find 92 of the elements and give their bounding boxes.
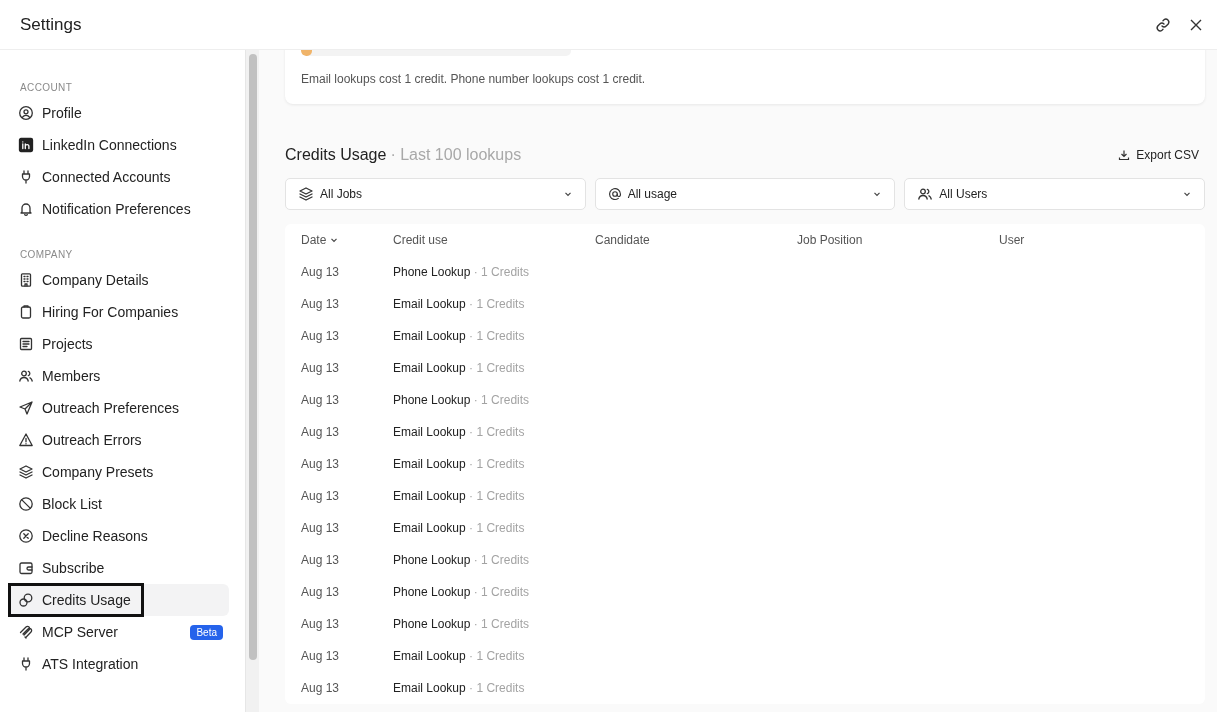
linkedin-icon: [18, 137, 34, 153]
list-icon: [18, 336, 34, 352]
sidebar-item[interactable]: Outreach Preferences: [10, 392, 229, 424]
filter-dropdown[interactable]: All Users: [904, 178, 1205, 210]
sidebar-item[interactable]: MCP Server Beta: [10, 616, 229, 648]
credit-cost-note: Email lookups cost 1 credit. Phone number lookups cost 1 credit.: [301, 72, 647, 86]
date-cell-text: Aug 13: [301, 681, 341, 695]
credit-use-cell-text: Email Lookup · 1 Credits: [393, 329, 526, 343]
credit-use-cell-text: Email Lookup · 1 Credits: [393, 521, 526, 535]
column-header: Candidate: [595, 233, 651, 247]
date-cell-text: Aug 13: [301, 617, 341, 631]
sidebar-item[interactable]: Connected Accounts: [10, 161, 229, 193]
block-icon: [18, 496, 34, 512]
users-icon: [917, 186, 934, 202]
column-header: Credit use: [393, 233, 449, 247]
credit-use-cell-text: Phone Lookup · 1 Credits: [393, 553, 531, 567]
date-cell-text: Aug 13: [301, 457, 341, 471]
sidebar-item[interactable]: Profile: [10, 97, 229, 129]
table-row[interactable]: Aug 13 Phone Lookup · 1 Credits: [285, 544, 1205, 576]
credit-use-cell-text: Email Lookup · 1 Credits: [393, 489, 526, 503]
table-row[interactable]: Aug 13 Email Lookup · 1 Credits: [285, 512, 1205, 544]
section-label: ACCOUNT: [19, 81, 74, 95]
table-row[interactable]: Aug 13 Email Lookup · 1 Credits: [285, 320, 1205, 352]
table-row[interactable]: Aug 13 Phone Lookup · 1 Credits: [285, 256, 1205, 288]
layers-icon: [298, 186, 314, 202]
section-subtitle: · Last 100 lookups: [390, 146, 523, 164]
date-cell-text: Aug 13: [301, 393, 341, 407]
table-row[interactable]: Aug 13 Phone Lookup · 1 Credits: [285, 576, 1205, 608]
sidebar-item[interactable]: Projects: [10, 328, 229, 360]
user-icon: [18, 105, 34, 121]
at-icon: [607, 187, 622, 201]
table-row[interactable]: Aug 13 Email Lookup · 1 Credits: [285, 288, 1205, 320]
download-icon: [1118, 149, 1131, 161]
section-title: Credits Usage: [285, 146, 387, 164]
sidebar-item[interactable]: ATS Integration: [10, 648, 229, 680]
sidebar-item[interactable]: Company Presets: [10, 456, 229, 488]
beta-badge: Beta: [190, 624, 223, 640]
table-row[interactable]: Aug 13 Email Lookup · 1 Credits: [285, 352, 1205, 384]
table-row[interactable]: Aug 13 Email Lookup · 1 Credits: [285, 640, 1205, 672]
warning-icon: [18, 432, 34, 448]
clipboard-icon: [18, 304, 34, 320]
decline-icon: [18, 528, 34, 544]
sidebar-item[interactable]: LinkedIn Connections: [10, 129, 229, 161]
table-row[interactable]: Aug 13 Phone Lookup · 1 Credits: [285, 384, 1205, 416]
credit-use-cell-text: Email Lookup · 1 Credits: [393, 425, 526, 439]
credit-use-cell-text: Email Lookup · 1 Credits: [393, 681, 526, 695]
date-cell-text: Aug 13: [301, 265, 341, 279]
table-row[interactable]: Aug 13 Email Lookup · 1 Credits: [285, 672, 1205, 704]
sidebar-item[interactable]: Hiring For Companies: [10, 296, 229, 328]
column-header: User: [999, 233, 1026, 247]
sidebar-item[interactable]: Subscribe: [10, 552, 229, 584]
date-cell-text: Aug 13: [301, 553, 341, 567]
column-header[interactable]: Date: [301, 233, 393, 247]
building-icon: [18, 272, 34, 288]
sidebar-item[interactable]: Company Details: [10, 264, 229, 296]
table-row[interactable]: Aug 13 Email Lookup · 1 Credits: [285, 480, 1205, 512]
sidebar-item[interactable]: Members: [10, 360, 229, 392]
sidebar-item[interactable]: Decline Reasons: [10, 520, 229, 552]
credit-use-cell-text: Phone Lookup · 1 Credits: [393, 393, 531, 407]
credit-use-cell-text: Phone Lookup · 1 Credits: [393, 265, 531, 279]
bell-icon: [18, 201, 34, 217]
date-cell-text: Aug 13: [301, 585, 341, 599]
credit-use-cell-text: Phone Lookup · 1 Credits: [393, 617, 531, 631]
credit-use-cell-text: Email Lookup · 1 Credits: [393, 361, 526, 375]
send-icon: [18, 400, 34, 416]
credit-use-cell-text: Email Lookup · 1 Credits: [393, 649, 526, 663]
date-cell-text: Aug 13: [301, 297, 341, 311]
credit-use-cell-text: Email Lookup · 1 Credits: [393, 457, 526, 471]
window-title: Settings: [20, 14, 83, 35]
filter-dropdown[interactable]: All usage: [594, 178, 896, 210]
users-icon: [18, 368, 34, 384]
date-cell-text: Aug 13: [301, 361, 341, 375]
filter-dropdown[interactable]: All Jobs: [285, 178, 586, 210]
credit-use-cell-text: Email Lookup · 1 Credits: [393, 297, 526, 311]
date-cell-text: Aug 13: [301, 521, 341, 535]
section-label: COMPANY: [19, 248, 74, 262]
date-cell-text: Aug 13: [301, 329, 341, 343]
date-cell-text: Aug 13: [301, 649, 341, 663]
sidebar-item[interactable]: Outreach Errors: [10, 424, 229, 456]
sidebar-item[interactable]: Block List: [10, 488, 229, 520]
date-cell-text: Aug 13: [301, 425, 341, 439]
table-row[interactable]: Aug 13 Email Lookup · 1 Credits: [285, 416, 1205, 448]
export-button[interactable]: Export CSV: [1112, 148, 1205, 162]
wallet-icon: [18, 560, 34, 576]
credit-use-cell-text: Phone Lookup · 1 Credits: [393, 585, 531, 599]
column-header: Job Position: [797, 233, 864, 247]
table-row[interactable]: Aug 13 Email Lookup · 1 Credits: [285, 448, 1205, 480]
table-row[interactable]: Aug 13 Phone Lookup · 1 Credits: [285, 608, 1205, 640]
date-cell-text: Aug 13: [301, 489, 341, 503]
sidebar-item[interactable]: Credits Usage: [10, 584, 229, 616]
sidebar-item[interactable]: Notification Preferences: [10, 193, 229, 225]
layers-icon: [18, 464, 34, 480]
